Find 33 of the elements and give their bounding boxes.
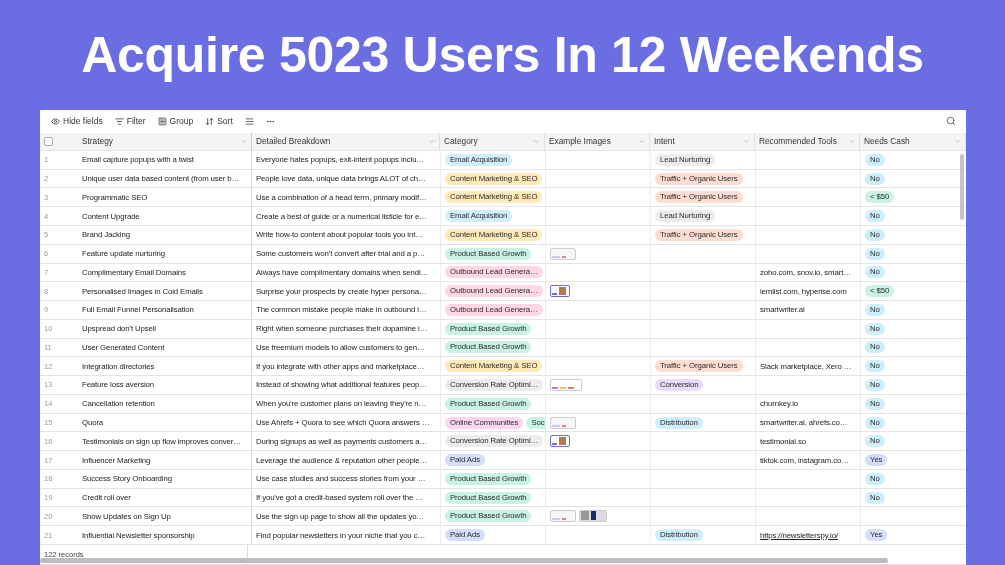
column-header[interactable]: Category: [440, 132, 545, 150]
vertical-scrollbar[interactable]: [960, 154, 964, 220]
horizontal-scrollbar[interactable]: [40, 558, 888, 563]
sort-button[interactable]: Sort: [202, 114, 236, 129]
thumbnail-image[interactable]: [550, 435, 570, 448]
hide-fields-button[interactable]: Hide fields: [48, 114, 106, 129]
thumbnail-image[interactable]: [550, 247, 576, 260]
column-header[interactable]: Example Images: [545, 132, 650, 150]
thumbnail-image[interactable]: [550, 510, 576, 523]
caret-icon: [638, 137, 645, 145]
caret-icon: [533, 137, 540, 145]
page-title: Acquire 5023 Users In 12 Weekends: [80, 26, 925, 85]
thumbnail-image[interactable]: [579, 510, 607, 523]
column-header[interactable]: Recommended Tools: [755, 132, 860, 150]
thumbnail-image[interactable]: [550, 379, 582, 391]
filter-button[interactable]: Filter: [111, 114, 149, 129]
eye-icon: [51, 116, 60, 126]
caret-icon: [848, 137, 855, 145]
list-box-icon: [157, 116, 167, 126]
thumbnail-image[interactable]: [550, 285, 570, 298]
column-header[interactable]: Needs Cash: [860, 132, 966, 150]
caret-icon: [954, 137, 961, 145]
checkbox[interactable]: [44, 136, 53, 146]
group-button[interactable]: Group: [154, 114, 197, 129]
caret-icon: [428, 137, 435, 145]
thumbnail-image[interactable]: [550, 416, 576, 429]
column-header[interactable]: Intent: [650, 132, 755, 150]
sort-icon: [205, 116, 215, 126]
caret-icon: [240, 137, 247, 145]
column-header[interactable]: Detailed Breakdown: [252, 132, 440, 150]
caret-icon: [743, 137, 750, 145]
filter-icon: [114, 116, 124, 126]
column-header[interactable]: Strategy: [78, 132, 252, 150]
